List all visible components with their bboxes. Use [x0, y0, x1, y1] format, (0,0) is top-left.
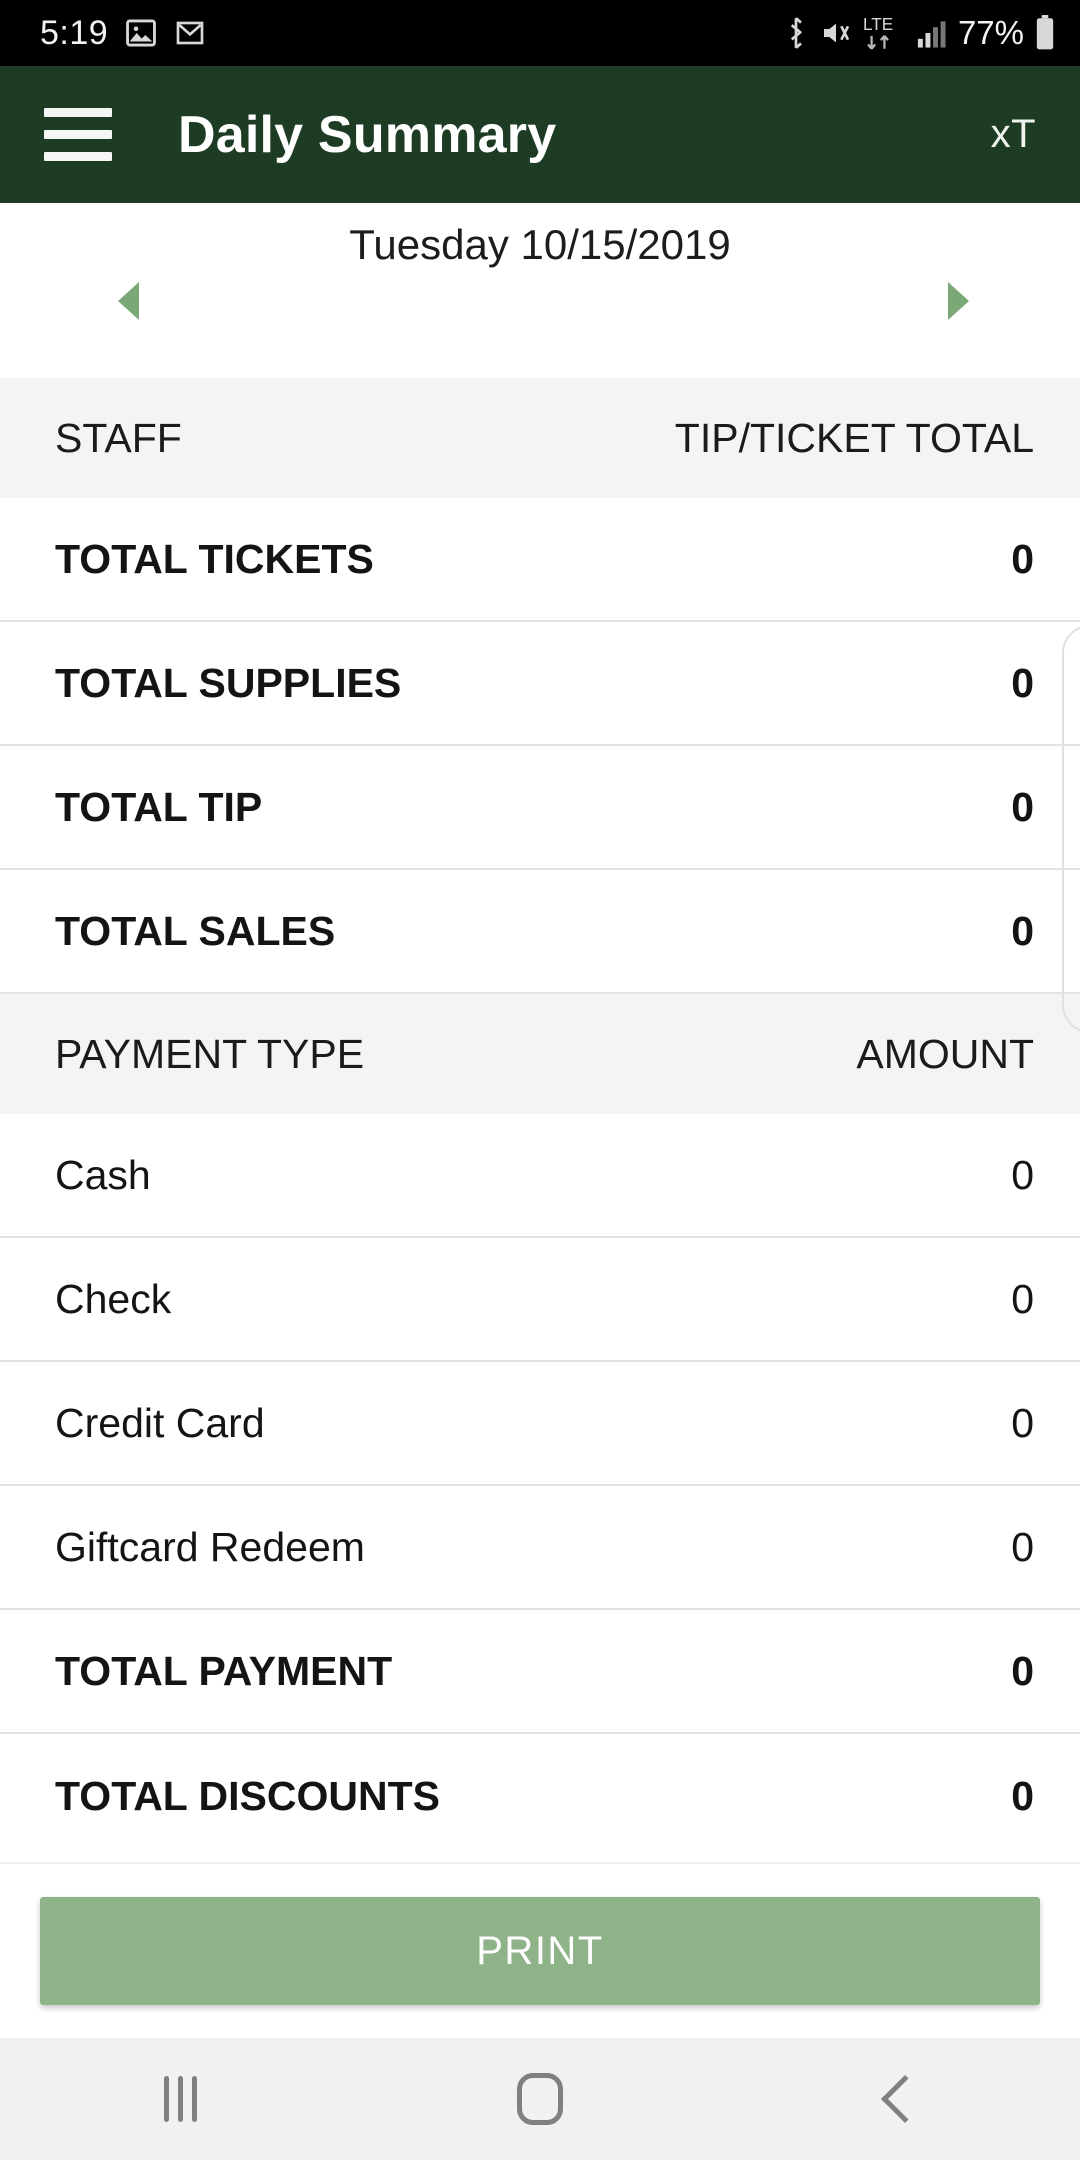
photo-icon: [124, 16, 158, 50]
row-label: TOTAL TIP: [55, 783, 263, 830]
gmail-icon: [174, 17, 206, 49]
hamburger-bar: [44, 152, 112, 161]
battery-percent-label: 77%: [957, 14, 1024, 51]
phone-screen: 5:19 LTE 77% Daily Summary xT Tuesday 10…: [0, 0, 1080, 2160]
row-label: TOTAL SUPPLIES: [55, 659, 402, 706]
right-triangle: [947, 282, 969, 320]
selected-date-label: Tuesday 10/15/2019: [349, 221, 731, 268]
hamburger-bar: [44, 108, 112, 117]
signal-icon: [914, 17, 948, 49]
row-value: 0: [1011, 1772, 1034, 1819]
table-row[interactable]: Check 0: [0, 1238, 1080, 1362]
table-row[interactable]: TOTAL TIP 0: [0, 746, 1080, 870]
left-triangle: [117, 282, 139, 320]
summary-tables: STAFF TIP/TICKET TOTAL TOTAL TICKETS 0 T…: [0, 378, 1080, 1858]
row-value: 0: [1011, 783, 1034, 830]
bluetooth-icon: [782, 16, 810, 50]
table-row[interactable]: TOTAL SUPPLIES 0: [0, 622, 1080, 746]
tip-ticket-total-header-label: TIP/TICKET TOTAL: [674, 414, 1034, 461]
table-row[interactable]: TOTAL TICKETS 0: [0, 498, 1080, 622]
row-label: Credit Card: [55, 1399, 265, 1446]
row-value: 0: [1011, 1647, 1034, 1694]
status-bar-right: LTE 77%: [782, 13, 1056, 53]
lte-icon: LTE: [862, 13, 904, 53]
amount-header-label: AMOUNT: [856, 1030, 1034, 1077]
next-day-arrow-icon[interactable]: [928, 273, 988, 329]
recents-icon[interactable]: [0, 2038, 360, 2160]
row-label: TOTAL DISCOUNTS: [55, 1772, 440, 1819]
row-value: 0: [1011, 1523, 1034, 1570]
previous-day-arrow-icon[interactable]: [98, 273, 158, 329]
battery-icon: [1034, 15, 1056, 51]
hamburger-bar: [44, 130, 112, 139]
status-bar-left: 5:19: [40, 14, 206, 53]
status-bar-clock: 5:19: [40, 13, 109, 52]
row-value: 0: [1011, 1275, 1034, 1322]
app-bar: Daily Summary xT: [0, 66, 1080, 203]
row-value: 0: [1011, 535, 1034, 582]
table-row[interactable]: TOTAL PAYMENT 0: [0, 1610, 1080, 1734]
app-bar-action-xt[interactable]: xT: [991, 112, 1036, 157]
table-row[interactable]: Giftcard Redeem 0: [0, 1486, 1080, 1610]
row-label: TOTAL PAYMENT: [55, 1647, 393, 1694]
row-label: TOTAL TICKETS: [55, 535, 374, 582]
vibrate-mute-icon: [820, 17, 852, 49]
payment-section-header: PAYMENT TYPE AMOUNT: [0, 994, 1080, 1114]
home-icon[interactable]: [360, 2038, 720, 2160]
row-value: 0: [1011, 1151, 1034, 1198]
table-row[interactable]: TOTAL DISCOUNTS 0: [0, 1734, 1080, 1858]
row-label: Check: [55, 1275, 172, 1322]
svg-text:LTE: LTE: [863, 14, 893, 34]
row-value: 0: [1011, 907, 1034, 954]
table-row[interactable]: Cash 0: [0, 1114, 1080, 1238]
row-value: 0: [1011, 659, 1034, 706]
print-button[interactable]: PRINT: [40, 1897, 1040, 2005]
home-square: [517, 2073, 563, 2125]
print-footer: PRINT: [0, 1862, 1080, 2038]
staff-section-header: STAFF TIP/TICKET TOTAL: [0, 378, 1080, 498]
row-value: 0: [1011, 1399, 1034, 1446]
row-label: Giftcard Redeem: [55, 1523, 365, 1570]
date-navigation: Tuesday 10/15/2019: [0, 203, 1080, 378]
back-chevron: [880, 2074, 930, 2124]
row-label: TOTAL SALES: [55, 907, 336, 954]
payment-type-header-label: PAYMENT TYPE: [55, 1030, 365, 1077]
status-bar: 5:19 LTE 77%: [0, 0, 1080, 66]
staff-header-label: STAFF: [55, 414, 182, 461]
recents-bars: [163, 2076, 197, 2122]
hamburger-menu-icon[interactable]: [44, 108, 130, 161]
back-icon[interactable]: [720, 2038, 1080, 2160]
table-row[interactable]: TOTAL SALES 0: [0, 870, 1080, 994]
table-row[interactable]: Credit Card 0: [0, 1362, 1080, 1486]
row-label: Cash: [55, 1151, 151, 1198]
page-title: Daily Summary: [178, 105, 557, 164]
android-nav-bar: [0, 2038, 1080, 2160]
